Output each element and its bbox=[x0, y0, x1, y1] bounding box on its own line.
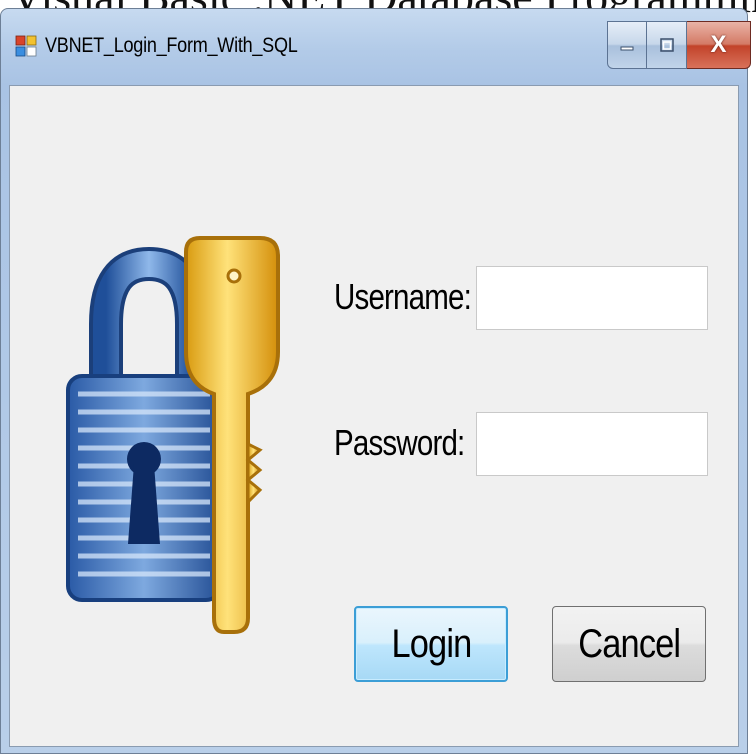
winforms-app-icon bbox=[15, 35, 37, 57]
password-label: Password: bbox=[334, 422, 465, 463]
login-button-label: Login bbox=[391, 621, 472, 666]
username-field[interactable] bbox=[476, 266, 708, 330]
minimize-button[interactable] bbox=[607, 21, 647, 69]
maximize-icon bbox=[659, 38, 674, 52]
form-client-area: Username: Password: Login Cancel bbox=[9, 85, 739, 747]
login-window: VBNET_Login_Form_With_SQL X Username: Pa… bbox=[0, 8, 751, 754]
minimize-icon bbox=[620, 46, 634, 51]
window-title: VBNET_Login_Form_With_SQL bbox=[45, 34, 298, 57]
maximize-button[interactable] bbox=[647, 21, 687, 69]
close-button[interactable]: X bbox=[687, 21, 751, 69]
close-icon: X bbox=[710, 31, 727, 58]
window-controls: X bbox=[607, 21, 751, 69]
login-button[interactable]: Login bbox=[354, 606, 508, 682]
cancel-button-label: Cancel bbox=[578, 621, 681, 666]
password-field[interactable] bbox=[476, 412, 708, 476]
title-bar[interactable]: VBNET_Login_Form_With_SQL X bbox=[1, 9, 751, 85]
cancel-button[interactable]: Cancel bbox=[552, 606, 706, 682]
padlock-and-key-icon bbox=[66, 236, 280, 634]
username-label: Username: bbox=[334, 276, 472, 317]
